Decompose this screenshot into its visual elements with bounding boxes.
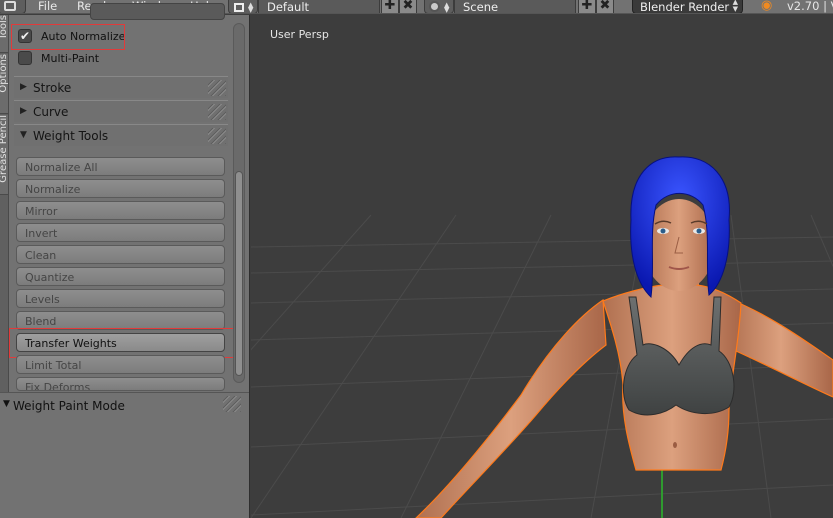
quantize-button[interactable]: Quantize [16,267,225,286]
editor-type-button[interactable] [0,0,26,13]
drag-grip-icon[interactable] [208,104,226,120]
drag-grip-icon[interactable] [208,80,226,96]
fix-deforms-button[interactable]: Fix Deforms [16,377,225,391]
tab-grease-pencil[interactable]: Grease Pencil [0,115,9,195]
remove-scene-button[interactable]: ✖ [596,0,614,13]
partial-field[interactable] [90,3,225,20]
chevron-updown-icon: ▲ ▼ [248,1,254,14]
button-label: Invert [25,227,58,240]
version-info: v2.70 | V [787,0,833,13]
button-label: Normalize [25,183,81,196]
invert-button[interactable]: Invert [16,223,225,242]
add-scene-button[interactable]: ✚ [578,0,596,13]
drag-grip-icon[interactable] [208,128,226,144]
tab-options-label: Options [0,54,9,93]
plus-icon: ✚ [581,0,593,13]
scene-icon-button[interactable]: ▲ ▼ [424,0,454,14]
screen-layout-icon-button[interactable]: ▲ ▼ [228,0,258,14]
panel-weight-tools-title: Weight Tools [33,129,109,143]
shelf-tab-strip: Tools Options Grease Pencil [0,15,9,393]
panel-stroke-header[interactable]: ▶ Stroke [14,76,228,98]
screen-layout-field[interactable]: Default [258,0,380,13]
panel-stroke-title: Stroke [33,81,72,95]
viewport-scene [251,156,833,518]
button-label: Mirror [25,205,58,218]
layout-icon [234,3,244,12]
multi-paint-checkbox[interactable]: Multi-Paint [18,50,218,68]
chevron-updown-icon: ▲ ▼ [444,1,450,14]
highlight-auto-normalize [11,24,125,50]
limit-total-button[interactable]: Limit Total [16,355,225,374]
close-icon: ✖ [599,0,611,13]
clean-button[interactable]: Clean [16,245,225,264]
triangle-right-icon: ▶ [20,106,27,116]
normalize-all-button[interactable]: Normalize All [16,157,225,176]
button-label: Limit Total [25,359,82,372]
close-icon: ✖ [402,0,414,13]
info-icon [4,1,16,11]
tab-options[interactable]: Options [0,54,9,114]
mirror-button[interactable]: Mirror [16,201,225,220]
scene-field[interactable]: Scene [454,0,576,13]
drag-grip-icon[interactable] [223,396,241,412]
plus-icon: ✚ [384,0,396,13]
chevron-updown-icon: ▲ ▼ [732,0,738,13]
normalize-button[interactable]: Normalize [16,179,225,198]
tab-tools-label: Tools [0,15,9,40]
triangle-right-icon: ▶ [20,82,27,92]
viewport-view-label: User Persp [270,28,329,41]
panel-curve-title: Curve [33,105,69,119]
button-label: Levels [25,293,60,306]
button-label: Blend [25,315,57,328]
button-label: Clean [25,249,57,262]
levels-button[interactable]: Levels [16,289,225,308]
shelf-scrollbar[interactable] [233,23,245,383]
triangle-down-icon: ▼ [20,130,27,140]
checkbox-icon [18,51,32,65]
add-layout-button[interactable]: ✚ [381,0,399,13]
triangle-down-icon: ▼ [3,399,10,409]
render-engine-select[interactable]: Blender Render ▲ ▼ [632,0,743,14]
menu-file[interactable]: File [38,0,57,13]
highlight-transfer-weights [9,328,234,358]
remove-layout-button[interactable]: ✖ [399,0,417,13]
blender-logo-icon: ◉ [761,0,773,13]
button-label: Normalize All [25,161,98,174]
render-engine-label: Blender Render [640,0,730,14]
button-label: Quantize [25,271,75,284]
panel-weight-paint-mode-title: Weight Paint Mode [13,399,125,413]
tab-grease-pencil-label: Grease Pencil [0,115,9,183]
3d-viewport[interactable]: User Persp [251,15,833,518]
tab-tools[interactable]: Tools [0,15,9,53]
tool-shelf: Tools Options Grease Pencil ✔ Auto Norma… [0,3,250,518]
character-model[interactable] [415,156,833,518]
scene-icon [429,1,440,12]
button-label: Fix Deforms [25,381,91,391]
panel-weight-paint-mode-header[interactable]: ▼ Weight Paint Mode [0,392,249,416]
panel-weight-tools-header[interactable]: ▼ Weight Tools [14,124,228,146]
panel-curve-header[interactable]: ▶ Curve [14,100,228,122]
scrollbar-thumb[interactable] [235,171,243,376]
multi-paint-label: Multi-Paint [41,52,100,65]
